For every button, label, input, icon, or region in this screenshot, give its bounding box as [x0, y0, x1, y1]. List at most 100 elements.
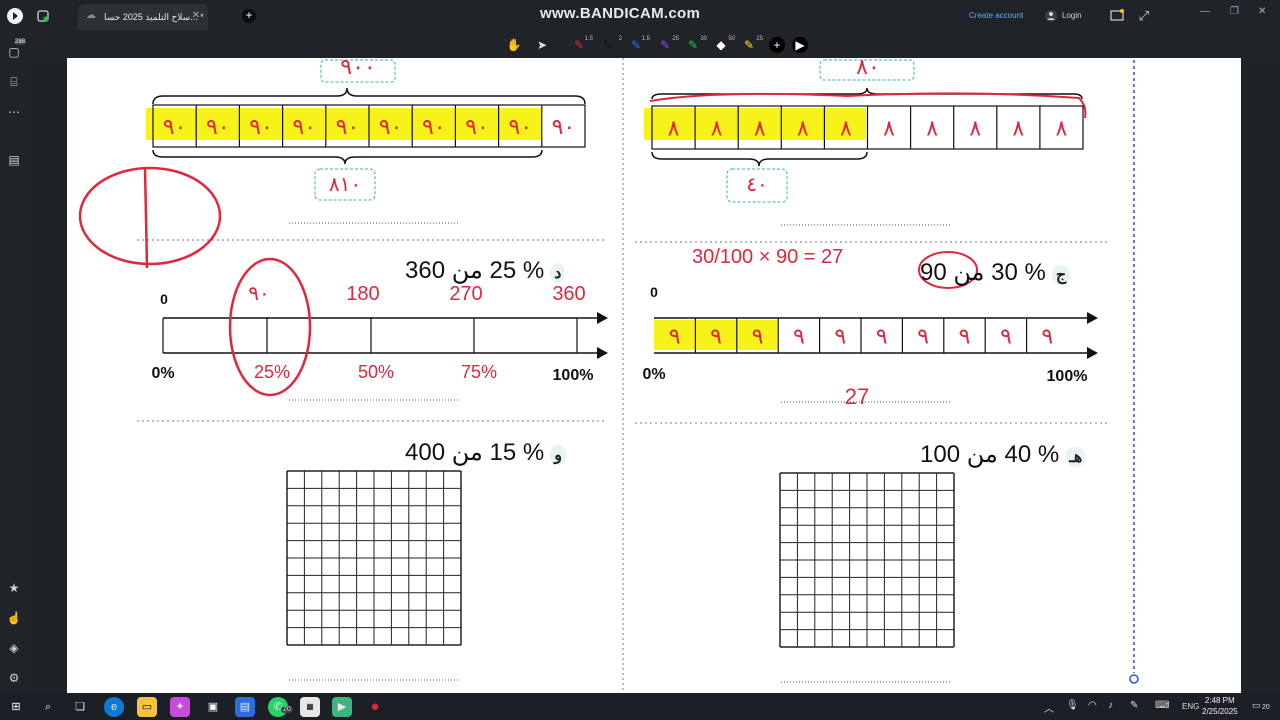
c-cell-value: ٩ — [752, 324, 764, 349]
windows-taskbar: ⊞ ⌕ ❏ e ▭ ✦ ▣ ▤ ✆ 20 ▦ ▶ ● ︿ 🎙︎ ◠ ♪ ✎ ⌨ … — [0, 693, 1280, 720]
pen-tray-icon[interactable]: ✎ — [1130, 700, 1138, 711]
c-cell-value: ٩ — [669, 324, 681, 349]
tl-bottom-brace-value: ٨١٠ — [329, 174, 361, 196]
tl-cell-value: ٩٠ — [249, 114, 273, 139]
d-hand-top-label: 360 — [552, 283, 585, 305]
language-indicator[interactable]: ENG — [1182, 702, 1199, 711]
d-left-pct: 0% — [151, 365, 174, 382]
bandicam-record-icon[interactable]: ● — [365, 697, 385, 717]
app-logo-icon[interactable] — [5, 6, 25, 26]
left-sidebar: ▢ 288 ⌸ ⋯ ▤ ★ ☝ ◈ ⚙ — [0, 32, 28, 693]
pages-icon[interactable]: ▢ — [6, 44, 22, 60]
question-h-title: هـ% 40 من 100 — [920, 440, 1087, 469]
minimize-button[interactable]: — — [1200, 6, 1210, 17]
question-w-letter: و — [550, 445, 566, 465]
question-c-text: % 30 من 90 — [920, 259, 1046, 286]
clipboard-icon[interactable]: ▤ — [6, 152, 22, 168]
question-w-title: و% 15 من 400 — [405, 438, 566, 467]
pen-purple-tool-size: 25 — [672, 36, 679, 42]
clock-date: 2/25/2025 — [1202, 707, 1238, 716]
expand-icon[interactable]: ⤢ — [1134, 6, 1154, 26]
pages-count-badge: 288 — [14, 39, 27, 45]
task-view-icon[interactable]: ❏ — [70, 697, 90, 717]
calculator-icon[interactable]: ▦ — [300, 697, 320, 717]
notification-count: 20 — [1262, 704, 1270, 711]
d-hand-top-label: ٩٠ — [248, 283, 269, 305]
tab-document[interactable]: ☁ سلاح التلميذ 2025 حسا... * ✕ — [78, 4, 208, 30]
mic-icon[interactable]: 🎙︎ — [1066, 700, 1079, 711]
tl-cell-value: ٩٠ — [379, 114, 403, 139]
edge-icon[interactable]: e — [104, 697, 124, 717]
pointer-tool[interactable]: ➤ — [534, 37, 550, 53]
c-cell-value: ٩ — [710, 324, 722, 349]
tr-bottom-brace-value: ٤٠ — [746, 174, 767, 196]
search-icon[interactable]: ⌕ — [38, 697, 58, 717]
tl-cell-value: ٩٠ — [552, 114, 576, 139]
close-window-button[interactable]: ✕ — [1258, 6, 1266, 17]
highlighter-tool[interactable]: ✎ 25 — [741, 36, 763, 53]
settings-icon[interactable]: ⚙ — [6, 670, 22, 686]
question-h-letter: هـ — [1065, 447, 1087, 467]
book-icon[interactable]: ⌸ — [6, 74, 22, 90]
pen-green-tool-size: 30 — [700, 36, 707, 42]
c-start-label: 0 — [650, 284, 658, 300]
tr-cell-value: ٨ — [797, 116, 809, 141]
tab-close-icon[interactable]: ✕ — [192, 10, 200, 21]
pen-black-tool[interactable]: ✎ 2 — [600, 36, 622, 53]
app-monitor-icon[interactable]: ▤ — [235, 697, 255, 717]
c-cell-value: ٩ — [959, 324, 971, 349]
star-icon[interactable]: ★ — [6, 580, 22, 596]
grid-q-h — [779, 472, 955, 648]
d-hand-top-label: 270 — [449, 283, 482, 305]
d-start-label: 0 — [160, 291, 168, 307]
pen-blue-tool-size: 1.5 — [641, 36, 650, 42]
tray-chevron-icon[interactable]: ︿ — [1044, 700, 1054, 715]
tr-cell-value: ٨ — [1056, 116, 1068, 141]
layers-icon[interactable]: ◈ — [6, 640, 22, 656]
add-tool[interactable]: + — [769, 37, 785, 53]
user-icon[interactable] — [1041, 6, 1061, 26]
wifi-icon[interactable]: ◠ — [1088, 700, 1097, 711]
c-hand-formula: 30/100 × 90 = 27 — [692, 246, 843, 268]
tl-cell-value: ٩٠ — [422, 114, 446, 139]
clock-time: 2:48 PM — [1204, 696, 1235, 705]
notification-icon[interactable]: ▭ — [1252, 700, 1261, 711]
title-bar: ☁ سلاح التلميذ 2025 حسا... * ✕ + www.BAN… — [0, 0, 1280, 32]
clock[interactable]: 2:48 PM 2/25/2025 — [1202, 695, 1238, 717]
new-tab-button[interactable]: + — [242, 9, 256, 23]
drawing-toolbar: ✋ ➤ ✎ 1.5 ✎ 2 ✎ 1.5 ✎ 25 ✎ 30 ◆ 50 ✎ 25 + ▶ — [0, 32, 1280, 58]
hand-tool[interactable]: ✋ — [506, 37, 522, 53]
pen-blue-tool[interactable]: ✎ 1.5 — [628, 36, 650, 53]
tr-cell-value: ٨ — [926, 116, 938, 141]
pen-purple-tool[interactable]: ✎ 25 — [657, 36, 679, 53]
volume-icon[interactable]: ♪ — [1108, 700, 1113, 711]
pen-red-tool[interactable]: ✎ 1.5 — [571, 36, 593, 53]
question-d-title: د% 25 من 360 — [405, 256, 566, 285]
pen-green-tool[interactable]: ✎ 30 — [685, 36, 707, 53]
refresh-icon[interactable] — [33, 6, 53, 26]
eraser-tool[interactable]: ◆ 50 — [713, 36, 735, 53]
tl-cell-value: ٩٠ — [206, 114, 230, 139]
store-icon[interactable]: ▣ — [203, 697, 223, 717]
c-right-pct: 100% — [1047, 368, 1088, 385]
keyboard-icon[interactable]: ⌨ — [1155, 700, 1169, 711]
question-c-letter: ج — [1051, 265, 1071, 285]
create-account-link[interactable]: Create account — [969, 11, 1023, 20]
more-icon[interactable]: ⋯ — [6, 104, 22, 120]
tl-cell-value: ٩٠ — [163, 114, 187, 139]
file-explorer-icon[interactable]: ▭ — [137, 697, 157, 717]
c-cell-value: ٩ — [917, 324, 929, 349]
restore-button[interactable]: ❐ — [1230, 6, 1239, 17]
d-hand-bottom-label: 50% — [358, 362, 394, 382]
c-cell-value: ٩ — [1041, 324, 1053, 349]
tab-title: سلاح التلميذ 2025 حسا... * — [104, 11, 204, 22]
player-icon[interactable]: ▶ — [332, 697, 352, 717]
gesture-icon[interactable]: ☝ — [6, 610, 22, 626]
tr-cell-value: ٨ — [969, 116, 981, 141]
more-tool[interactable]: ▶ — [792, 37, 808, 53]
grid-q-w — [286, 470, 462, 646]
share-screen-icon[interactable] — [1107, 6, 1127, 26]
login-link[interactable]: Login — [1062, 11, 1082, 20]
copilot-icon[interactable]: ✦ — [170, 697, 190, 717]
start-icon[interactable]: ⊞ — [6, 697, 26, 717]
